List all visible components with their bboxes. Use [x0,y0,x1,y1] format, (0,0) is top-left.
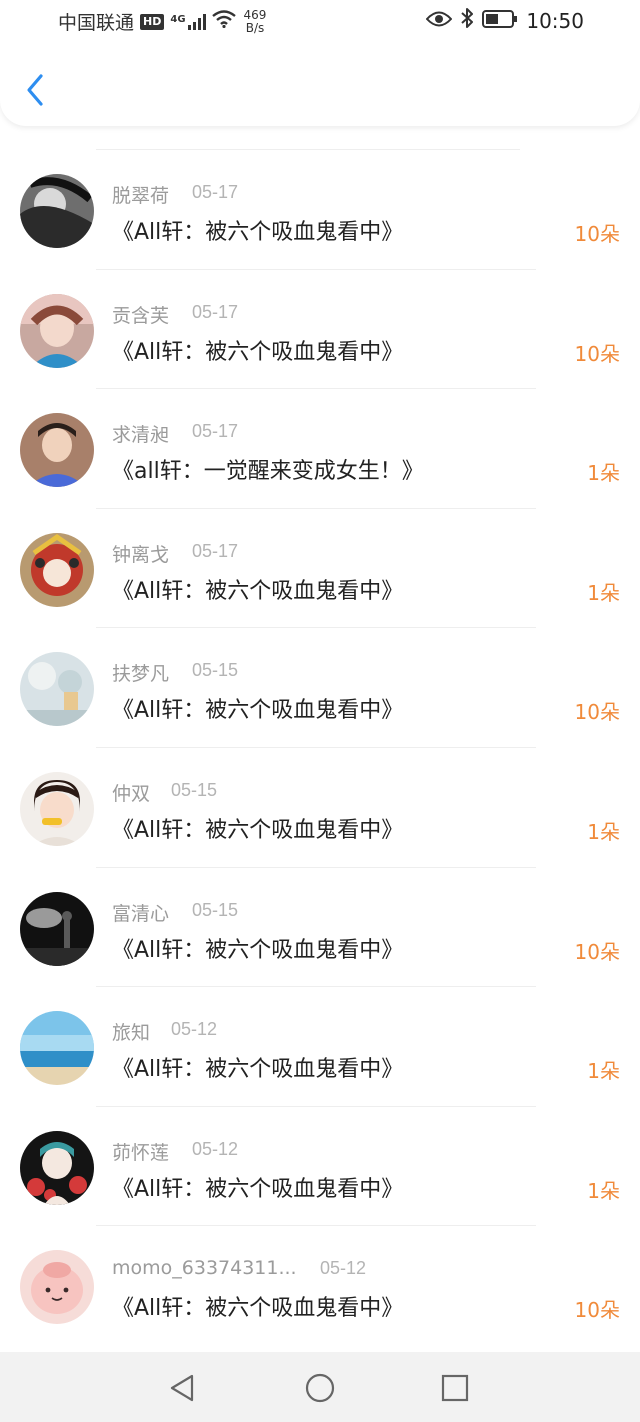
gift-date: 05-15 [171,779,218,800]
network-type: 4G [170,13,186,25]
gift-date: 05-17 [192,421,239,442]
signal-icon: 4G [170,13,206,30]
flower-amount: 1朵 [587,1178,620,1203]
eye-icon [425,9,453,33]
book-title: 《all轩：一觉醒来变成女生！》 [112,459,424,485]
book-title: 《All轩：被六个吸血鬼看中》 [112,698,404,724]
gift-date: 05-12 [320,1258,367,1279]
book-title: 《All轩：被六个吸血鬼看中》 [112,1176,404,1202]
book-title: 《All轩：被六个吸血鬼看中》 [112,1296,404,1322]
avatar[interactable] [20,1130,94,1205]
avatar[interactable] [20,771,94,846]
status-bar: 中国联通 HD 4G 469 B/s 10:50 [0,0,640,44]
avatar[interactable] [20,1250,94,1325]
flower-amount: 1朵 [587,819,620,844]
gift-date: 05-17 [192,540,239,561]
wifi-icon [211,10,236,33]
avatar[interactable] [20,1011,94,1086]
flower-amount: 1朵 [587,580,620,605]
list-item[interactable]: momo_63374311... 05-12 《All轩：被六个吸血鬼看中》 1… [0,1226,640,1346]
gift-date: 05-12 [171,1019,218,1040]
flower-amount: 10朵 [574,341,620,366]
triangle-back-icon [170,1374,194,1402]
sender-name: 脱翠荷 [112,185,170,207]
avatar[interactable] [20,532,94,607]
sender-name: 求清昶 [112,424,170,447]
network-speed: 469 B/s [243,7,267,35]
nav-home-button[interactable] [300,1368,340,1408]
flower-amount: 1朵 [587,1059,620,1084]
list-item[interactable]: 富清心 05-15 《All轩：被六个吸血鬼看中》 10朵 [0,868,640,988]
book-title: 《All轩：被六个吸血鬼看中》 [112,339,404,365]
list-item[interactable]: 仲双 05-15 《All轩：被六个吸血鬼看中》 1朵 [0,748,640,868]
book-title: 《All轩：被六个吸血鬼看中》 [112,817,404,843]
chevron-left-icon [27,74,43,106]
system-nav-bar [0,1352,640,1422]
hd-badge: HD [140,13,165,30]
list-item[interactable]: 扶梦凡 05-15 《All轩：被六个吸血鬼看中》 10朵 [0,628,640,748]
sender-name: 仲双 [112,782,151,805]
gift-date: 05-15 [192,660,239,681]
book-title: 《All轩：被六个吸血鬼看中》 [112,1057,404,1083]
gift-date: 05-17 [192,301,239,322]
status-left: 中国联通 HD 4G 469 B/s [58,8,266,35]
gift-date: 05-17 [192,182,239,202]
flower-amount: 10朵 [574,1298,620,1323]
flower-amount: 10朵 [574,700,620,725]
circle-home-icon [305,1373,335,1403]
top-bar: 中国联通 HD 4G 469 B/s 10:50 [0,0,640,126]
sender-name: 扶梦凡 [112,663,170,686]
square-recent-icon [441,1374,469,1402]
nav-back-button[interactable] [162,1368,202,1408]
list-item[interactable]: 钟离戈 05-17 《All轩：被六个吸血鬼看中》 1朵 [0,509,640,629]
flower-amount: 1朵 [587,461,620,486]
bluetooth-icon [460,8,474,33]
book-title: 《All轩：被六个吸血鬼看中》 [112,220,404,245]
avatar[interactable] [20,413,94,488]
avatar[interactable] [20,293,94,368]
battery-icon [482,9,518,33]
flower-amount: 10朵 [574,939,620,964]
speed-value: 469 [243,7,267,22]
nav-recent-button[interactable] [435,1368,475,1408]
gift-date: 05-12 [192,1138,239,1159]
list-item[interactable]: 旅知 05-12 《All轩：被六个吸血鬼看中》 1朵 [0,987,640,1107]
clock: 10:50 [526,8,584,33]
flower-amount: 10朵 [574,222,620,246]
avatar[interactable] [20,174,94,248]
sender-name: 旅知 [112,1022,151,1045]
sender-name: 茆怀莲 [112,1141,170,1164]
book-title: 《All轩：被六个吸血鬼看中》 [112,937,404,963]
status-right: 10:50 [425,8,584,33]
list-item[interactable]: 贡含芙 05-17 《All轩：被六个吸血鬼看中》 10朵 [0,270,640,390]
list-item[interactable]: 求清昶 05-17 《all轩：一觉醒来变成女生！》 1朵 [0,389,640,509]
speed-unit: B/s [245,20,265,35]
avatar[interactable] [20,652,94,727]
gift-date: 05-15 [192,899,239,920]
carrier-name: 中国联通 [58,12,135,34]
list-item[interactable]: 脱翠荷 05-17 《All轩：被六个吸血鬼看中》 10朵 [0,150,640,270]
book-title: 《All轩：被六个吸血鬼看中》 [112,578,404,604]
gift-list: 脱翠荷 05-17 《All轩：被六个吸血鬼看中》 10朵 贡含芙 05-17 … [0,150,640,1346]
list-item[interactable]: 茆怀莲 05-12 《All轩：被六个吸血鬼看中》 1朵 [0,1107,640,1227]
avatar[interactable] [20,891,94,966]
sender-name: 钟离戈 [112,543,170,566]
sender-name: 富清心 [112,902,170,925]
back-button[interactable] [18,70,52,110]
sender-name: momo_63374311... [112,1257,297,1280]
sender-name: 贡含芙 [112,304,170,327]
